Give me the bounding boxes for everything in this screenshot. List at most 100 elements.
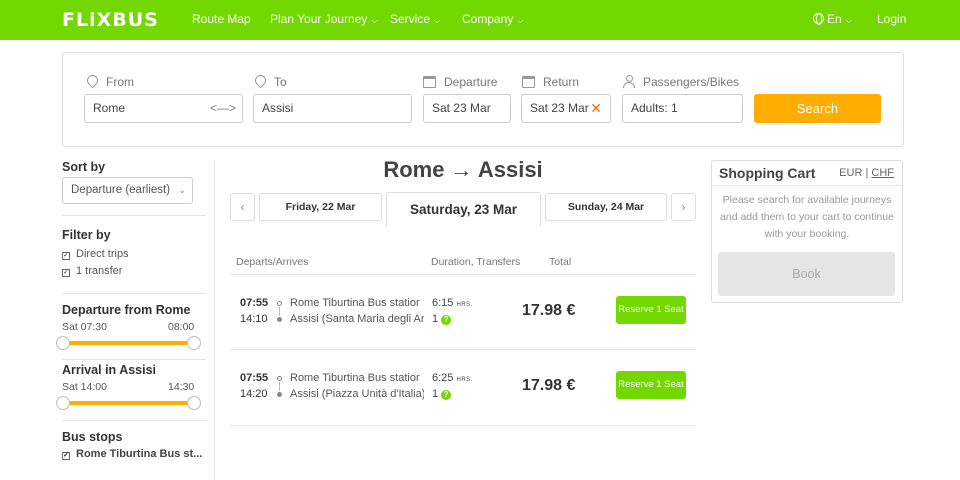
arrive-time: 14:20 (240, 388, 268, 400)
departure-label: Departure (423, 75, 497, 89)
sort-by-heading: Sort by (62, 160, 106, 174)
person-icon (623, 75, 635, 88)
chevron-left-icon: ‹ (240, 200, 245, 214)
nav-company-label: Company (462, 12, 514, 26)
arrival-slider-max-handle[interactable] (187, 396, 201, 410)
globe-icon (813, 13, 824, 25)
calendar-icon (423, 76, 436, 88)
arrival-slider-min-handle[interactable] (56, 396, 70, 410)
cart-title: Shopping Cart (719, 165, 816, 181)
arrival-stop: Assisi (Piazza Unità d'Italia) (290, 388, 424, 400)
chevron-down-icon: ⌵ (517, 16, 524, 25)
to-input[interactable]: Assisi (253, 94, 412, 123)
language-selector[interactable]: En ⌵ (813, 12, 852, 26)
nav-company[interactable]: Company ⌵ (462, 12, 523, 26)
arrival-filter-heading: Arrival in Assisi (62, 363, 157, 377)
currency-eur[interactable]: EUR (839, 167, 862, 179)
arrival-stop-icon (277, 392, 282, 397)
chevron-down-icon: ⌵ (845, 16, 852, 25)
clear-return-icon[interactable]: ✕ (590, 95, 602, 122)
arrival-stop: Assisi (Santa Maria degli An... (290, 313, 424, 325)
departure-max-time: 08:00 (168, 321, 195, 333)
nav-service-label: Service (390, 12, 431, 26)
sort-select[interactable]: Departure (earliest) ⌄ (62, 177, 193, 204)
search-panel: From Rome <—> To Assisi Departure Sat 23 … (62, 52, 904, 147)
trip-transfers: 1? (432, 388, 452, 400)
sidebar-divider (62, 293, 206, 294)
departure-slider-max-handle[interactable] (187, 336, 201, 350)
book-button[interactable]: Book (718, 252, 895, 296)
chevron-down-icon: ⌵ (371, 16, 378, 25)
departure-stop: Rome Tiburtina Bus station (290, 372, 420, 384)
filter-by-heading: Filter by (62, 228, 111, 242)
nav-service[interactable]: Service ⌵ (390, 12, 440, 26)
swap-direction-icon[interactable]: <—> (210, 95, 236, 122)
flixbus-logo[interactable]: FLiXBUS (62, 9, 159, 31)
nav-plan-journey-label: Plan Your Journey (270, 12, 368, 26)
row-divider (230, 274, 696, 275)
chevron-down-icon: ⌵ (434, 16, 441, 25)
location-pin-icon (87, 75, 98, 89)
arrival-stop-icon (277, 317, 282, 322)
return-label: Return (522, 75, 579, 89)
sidebar-divider (62, 359, 206, 360)
route-connector (279, 307, 280, 316)
reserve-seat-button[interactable]: Reserve 1 Seat (616, 371, 686, 399)
top-navigation-bar: FLiXBUS Route Map Plan Your Journey ⌵ Ser… (0, 0, 960, 40)
col-header-departs-arrives: Departs/Arrives (236, 256, 309, 268)
departure-filter-heading: Departure from Rome (62, 303, 191, 317)
checkbox-checked-icon[interactable]: ✓ (62, 269, 70, 277)
return-date-input[interactable]: Sat 23 Mar ✕ (521, 94, 611, 123)
help-icon[interactable]: ? (441, 390, 452, 400)
filter-one-transfer[interactable]: ✓ 1 transfer (62, 265, 122, 277)
nav-route-map[interactable]: Route Map (192, 12, 251, 26)
bus-stops-heading: Bus stops (62, 430, 123, 444)
departure-date-input[interactable]: Sat 23 Mar (423, 94, 511, 123)
sort-select-value: Departure (earliest) (71, 184, 171, 196)
trip-transfers: 1? (432, 313, 452, 325)
shopping-cart: Shopping Cart EUR | CHF Please search fo… (711, 160, 903, 303)
from-input[interactable]: Rome <—> (84, 94, 243, 123)
next-day-arrow[interactable]: › (671, 193, 696, 221)
nav-plan-journey[interactable]: Plan Your Journey ⌵ (270, 12, 377, 26)
currency-chf[interactable]: CHF (871, 167, 894, 179)
search-button[interactable]: Search (754, 94, 881, 123)
passengers-input[interactable]: Adults: 1 (622, 94, 743, 123)
trip-price: 17.98 € (522, 377, 576, 394)
arrival-min-time: Sat 14:00 (62, 381, 107, 393)
route-title: Rome → Assisi (383, 157, 543, 182)
departure-stop-icon (277, 301, 282, 306)
help-icon[interactable]: ? (441, 315, 452, 325)
to-label: To (255, 75, 287, 89)
login-link[interactable]: Login (877, 12, 906, 26)
prev-day-arrow[interactable]: ‹ (230, 193, 255, 221)
trip-duration: 6:25 HRS. (432, 372, 473, 384)
departure-stop: Rome Tiburtina Bus station (290, 297, 420, 309)
departure-slider-min-handle[interactable] (56, 336, 70, 350)
arrival-slider-track[interactable] (62, 401, 194, 405)
tab-next-day[interactable]: Sunday, 24 Mar (545, 193, 667, 221)
tab-current-day[interactable]: Saturday, 23 Mar (386, 192, 541, 226)
depart-time: 07:55 (240, 297, 269, 309)
filter-direct-trips[interactable]: ✓ Direct trips (62, 248, 129, 260)
reserve-seat-button[interactable]: Reserve 1 Seat (616, 296, 686, 324)
trip-duration: 6:15 HRS. (432, 297, 473, 309)
cart-empty-message: Please search for available journeys and… (720, 194, 894, 240)
departure-slider-track[interactable] (62, 341, 194, 345)
passengers-label: Passengers/Bikes (623, 75, 739, 89)
col-header-total: Total (549, 256, 572, 268)
row-divider (230, 425, 696, 426)
route-connector (279, 382, 280, 391)
col-header-duration: Duration, Transfers (431, 256, 521, 268)
currency-separator: | (865, 167, 869, 179)
sidebar-divider (62, 215, 206, 216)
arrive-time: 14:10 (240, 313, 268, 325)
bus-stop-filter-item[interactable]: ✓ Rome Tiburtina Bus st... (62, 448, 202, 460)
sidebar-divider (62, 420, 206, 421)
cart-divider (712, 185, 902, 186)
checkbox-checked-icon[interactable]: ✓ (62, 252, 70, 260)
tab-prev-day[interactable]: Friday, 22 Mar (259, 193, 382, 221)
checkbox-checked-icon[interactable]: ✓ (62, 452, 70, 460)
depart-time: 07:55 (240, 372, 269, 384)
departure-stop-icon (277, 376, 282, 381)
